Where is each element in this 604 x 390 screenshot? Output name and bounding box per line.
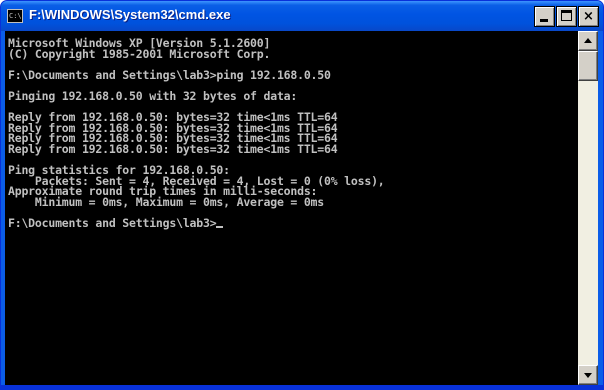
cmd-icon-text: C:\ <box>9 12 22 20</box>
scroll-thumb[interactable] <box>578 51 598 81</box>
scroll-down-button[interactable] <box>578 365 598 385</box>
console-prompt-line: F:\Documents and Settings\lab3> <box>8 218 385 229</box>
cmd-icon[interactable]: C:\ <box>7 9 23 23</box>
title-bar[interactable]: C:\ F:\WINDOWS\System32\cmd.exe × <box>1 1 603 31</box>
console-line: Minimum = 0ms, Maximum = 0ms, Average = … <box>8 194 325 209</box>
console-line: Pinging 192.168.0.50 with 32 bytes of da… <box>8 88 298 103</box>
window-title: F:\WINDOWS\System32\cmd.exe <box>29 7 231 22</box>
close-icon: × <box>583 9 594 24</box>
maximize-button[interactable] <box>556 6 577 27</box>
vertical-scrollbar[interactable] <box>578 31 598 385</box>
console-line: (C) Copyright 1985-2001 Microsoft Corp. <box>8 46 271 61</box>
arrow-up-icon <box>584 38 592 43</box>
text-cursor <box>216 226 224 229</box>
window-bottom-border <box>1 385 603 389</box>
scroll-up-button[interactable] <box>578 31 598 51</box>
arrow-down-icon <box>584 373 592 378</box>
minimize-button[interactable] <box>534 6 555 27</box>
minimize-icon <box>540 19 548 22</box>
console-text: Microsoft Windows XP [Version 5.1.2600](… <box>8 37 385 229</box>
close-button[interactable]: × <box>578 6 599 27</box>
maximize-icon <box>561 10 572 21</box>
console-output[interactable]: Microsoft Windows XP [Version 5.1.2600](… <box>5 31 578 385</box>
console-line: F:\Documents and Settings\lab3>ping 192.… <box>8 67 331 82</box>
console-line: Reply from 192.168.0.50: bytes=32 time<1… <box>8 141 338 156</box>
cmd-window: C:\ F:\WINDOWS\System32\cmd.exe × Micros… <box>0 0 604 390</box>
